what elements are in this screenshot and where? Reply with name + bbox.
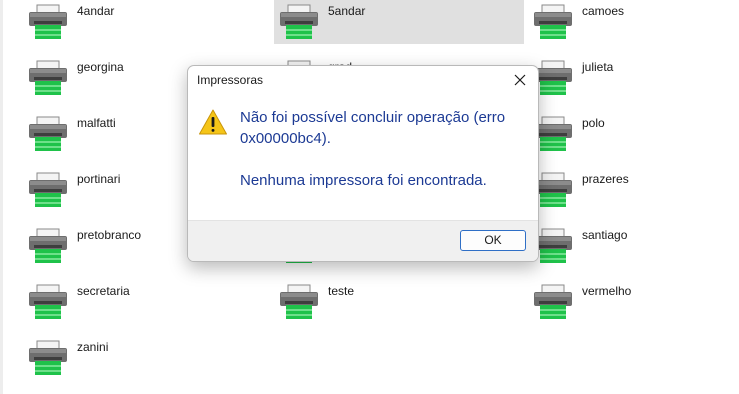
printer-icon	[280, 284, 318, 319]
printer-item[interactable]: polo	[528, 112, 739, 156]
dialog-body: Não foi possível concluir operação (erro…	[188, 94, 538, 220]
close-button[interactable]	[508, 68, 532, 92]
printer-name: secretaria	[77, 284, 130, 298]
close-icon	[514, 74, 526, 86]
printer-name: pretobranco	[77, 228, 142, 242]
printer-item[interactable]: teste	[274, 280, 524, 324]
printer-item[interactable]: 5andar	[274, 0, 524, 44]
dialog-footer: OK	[188, 220, 538, 261]
printer-item[interactable]: secretaria	[3, 280, 253, 324]
printer-item[interactable]: zanini	[3, 336, 253, 380]
printer-icon	[29, 60, 67, 95]
printer-item[interactable]: santiago	[528, 224, 739, 268]
printer-name: julieta	[582, 60, 614, 74]
ok-button[interactable]: OK	[460, 230, 526, 251]
printer-name: 5andar	[328, 4, 366, 18]
warning-icon	[199, 109, 227, 135]
printer-name: portinari	[77, 172, 121, 186]
printer-icon	[29, 228, 67, 263]
error-dialog: Impressoras Não foi possível concluir op…	[187, 65, 539, 262]
printer-item[interactable]: 4andar	[3, 0, 253, 44]
error-detail: Nenhuma impressora foi encontrada.	[240, 172, 487, 189]
printer-name: 4andar	[77, 4, 115, 18]
printer-name: teste	[328, 284, 355, 298]
printer-name: zanini	[77, 340, 109, 354]
printer-item[interactable]: vermelho	[528, 280, 739, 324]
printer-icon	[29, 340, 67, 375]
printer-icon	[29, 4, 67, 39]
printer-name: santiago	[582, 228, 628, 242]
printer-name: prazeres	[582, 172, 629, 186]
printer-name: vermelho	[582, 284, 632, 298]
printer-icon	[29, 116, 67, 151]
printer-icon	[29, 284, 67, 319]
error-message: Não foi possível concluir operação (erro…	[240, 109, 506, 147]
printer-item[interactable]: julieta	[528, 56, 739, 100]
printer-icon	[534, 4, 572, 39]
printer-icon	[534, 284, 572, 319]
printer-icon	[280, 4, 318, 39]
dialog-titlebar[interactable]: Impressoras	[188, 66, 538, 94]
printer-icon	[29, 172, 67, 207]
dialog-title: Impressoras	[197, 73, 264, 87]
printer-item[interactable]: camoes	[528, 0, 739, 44]
printer-name: georgina	[77, 60, 124, 74]
printer-name: malfatti	[77, 116, 116, 130]
printer-item[interactable]: prazeres	[528, 168, 739, 212]
printer-name: camoes	[582, 4, 625, 18]
printer-name: polo	[582, 116, 605, 130]
